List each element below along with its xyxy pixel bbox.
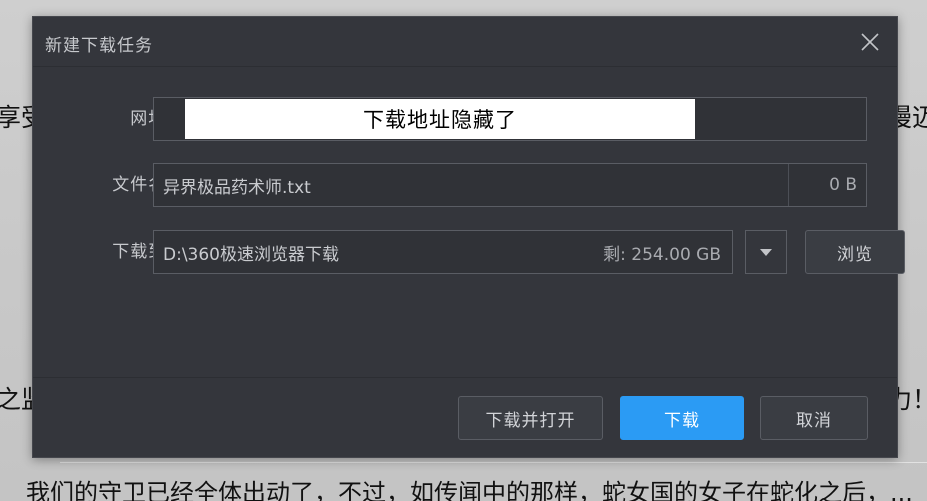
new-download-task-dialog: 新建下载任务 网址: 下载地址隐藏了 文件名: 异界极品药术师.txt 0 B <box>32 16 905 458</box>
url-redaction-text: 下载地址隐藏了 <box>363 108 517 132</box>
chevron-down-glyph <box>760 248 772 256</box>
dialog-footer: 下载并打开 下载 取消 <box>33 378 897 457</box>
dialog-titlebar[interactable]: 新建下载任务 <box>33 17 897 67</box>
url-label: 网址: <box>130 109 173 129</box>
chevron-down-icon[interactable] <box>745 230 787 274</box>
disk-space-label: 剩: 254.00 GB <box>603 244 721 265</box>
filename-label: 文件名: <box>112 175 173 195</box>
background-bottom-paragraph: 我们的守卫已经全体出动了，不过，如传闻中的那样，蛇女国的女子在蛇化之后，... <box>26 479 913 501</box>
cancel-button[interactable]: 取消 <box>760 396 868 440</box>
saveto-label: 下载到: <box>112 242 173 262</box>
file-size-label: 0 B <box>788 164 866 206</box>
url-redaction-overlay: 下载地址隐藏了 <box>185 99 695 139</box>
dialog-body: 网址: 下载地址隐藏了 文件名: 异界极品药术师.txt 0 B 下载到: D:… <box>33 67 905 378</box>
filename-input[interactable]: 异界极品药术师.txt 0 B <box>153 163 867 207</box>
download-and-open-button[interactable]: 下载并打开 <box>458 396 603 440</box>
form-row-filename: 文件名: 异界极品药术师.txt 0 B <box>33 163 897 207</box>
background-divider <box>60 462 927 463</box>
filename-input-value: 异界极品药术师.txt <box>163 177 311 198</box>
close-icon[interactable] <box>843 17 897 66</box>
dialog-title: 新建下载任务 <box>45 36 153 56</box>
saveto-input[interactable]: D:\360极速浏览器下载 剩: 254.00 GB <box>153 230 733 274</box>
download-button[interactable]: 下载 <box>620 396 744 440</box>
browse-button[interactable]: 浏览 <box>805 230 905 274</box>
saveto-input-value: D:\360极速浏览器下载 <box>163 244 339 265</box>
form-row-saveto: 下载到: D:\360极速浏览器下载 剩: 254.00 GB 浏览 <box>33 230 905 274</box>
